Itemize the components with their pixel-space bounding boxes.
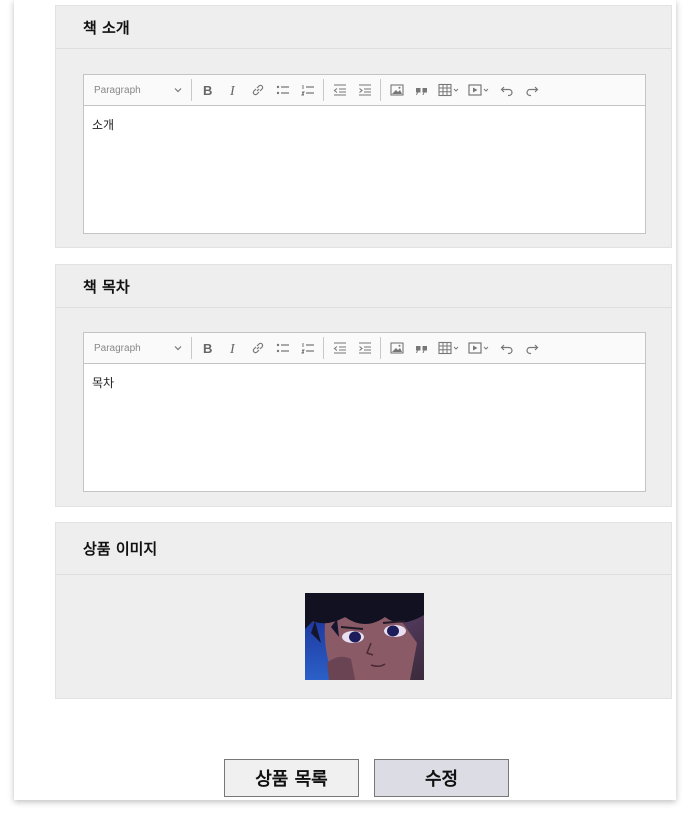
numbered-list-button[interactable] [295, 336, 320, 360]
media-icon [468, 342, 489, 354]
undo-icon [500, 86, 513, 97]
paragraph-format-label: Paragraph [94, 342, 141, 354]
chevron-down-icon [174, 88, 182, 93]
book-toc-editor: Paragraph B I 목차 [83, 332, 646, 492]
bold-icon: B [203, 83, 212, 97]
blockquote-icon [415, 88, 427, 95]
toolbar-separator [191, 337, 192, 359]
svg-text:B: B [203, 341, 212, 355]
bold-button[interactable]: B [195, 336, 220, 360]
redo-button[interactable] [519, 78, 544, 102]
bold-icon: B [203, 341, 212, 355]
numbered-list-icon [300, 343, 314, 354]
insert-table-button[interactable] [434, 78, 464, 102]
book-toc-section: 책 목차 Paragraph B I 목차 [55, 264, 672, 507]
numbered-list-button[interactable] [295, 78, 320, 102]
bulleted-list-icon [276, 343, 289, 353]
product-list-button[interactable]: 상품 목록 [224, 759, 359, 797]
paragraph-format-dropdown[interactable]: Paragraph [88, 78, 188, 102]
toolbar-separator [380, 79, 381, 101]
outdent-button[interactable] [327, 78, 352, 102]
blockquote-button[interactable] [409, 78, 434, 102]
bulleted-list-button[interactable] [270, 78, 295, 102]
indent-icon [358, 84, 371, 96]
section-title: 상품 이미지 [56, 523, 671, 575]
svg-text:B: B [203, 83, 212, 97]
bulleted-list-icon [276, 85, 289, 95]
bulleted-list-button[interactable] [270, 336, 295, 360]
editor-toolbar: Paragraph B I [84, 333, 645, 364]
media-icon [468, 84, 489, 96]
redo-button[interactable] [519, 336, 544, 360]
svg-text:I: I [229, 342, 236, 355]
insert-media-button[interactable] [464, 78, 494, 102]
indent-icon [358, 342, 371, 354]
image-icon [389, 84, 404, 96]
link-button[interactable] [245, 78, 270, 102]
product-edit-page: 책 소개 Paragraph B I 소개 책 목차 Paragraph B I… [14, 0, 676, 800]
link-icon [252, 84, 263, 96]
link-icon [252, 342, 263, 354]
insert-table-button[interactable] [434, 336, 464, 360]
outdent-icon [333, 342, 346, 354]
undo-button[interactable] [494, 78, 519, 102]
indent-button[interactable] [352, 78, 377, 102]
book-intro-editor: Paragraph B I 소개 [83, 74, 646, 234]
undo-icon [500, 344, 513, 355]
image-icon [389, 342, 404, 354]
outdent-icon [333, 84, 346, 96]
italic-button[interactable]: I [220, 78, 245, 102]
product-image-section: 상품 이미지 [55, 522, 672, 699]
book-intro-content[interactable]: 소개 [84, 106, 645, 143]
book-toc-content[interactable]: 목차 [84, 364, 645, 401]
toolbar-separator [323, 79, 324, 101]
paragraph-format-dropdown[interactable]: Paragraph [88, 336, 188, 360]
undo-button[interactable] [494, 336, 519, 360]
chevron-down-icon [174, 346, 182, 351]
insert-image-button[interactable] [384, 78, 409, 102]
insert-image-button[interactable] [384, 336, 409, 360]
section-title: 책 목차 [56, 265, 671, 308]
product-image [305, 593, 424, 680]
editor-toolbar: Paragraph B I [84, 75, 645, 106]
italic-icon: I [229, 84, 236, 97]
italic-button[interactable]: I [220, 336, 245, 360]
bold-button[interactable]: B [195, 78, 220, 102]
numbered-list-icon [300, 85, 314, 96]
redo-icon [525, 86, 538, 97]
blockquote-icon [415, 346, 427, 353]
svg-text:I: I [229, 84, 236, 97]
toolbar-separator [380, 337, 381, 359]
paragraph-format-label: Paragraph [94, 84, 141, 96]
insert-media-button[interactable] [464, 336, 494, 360]
toolbar-separator [323, 337, 324, 359]
section-title: 책 소개 [56, 6, 671, 49]
redo-icon [525, 344, 538, 355]
table-icon [438, 341, 459, 355]
table-icon [438, 83, 459, 97]
book-intro-section: 책 소개 Paragraph B I 소개 [55, 5, 672, 248]
toolbar-separator [191, 79, 192, 101]
italic-icon: I [229, 342, 236, 355]
blockquote-button[interactable] [409, 336, 434, 360]
indent-button[interactable] [352, 336, 377, 360]
link-button[interactable] [245, 336, 270, 360]
edit-button[interactable]: 수정 [374, 759, 509, 797]
outdent-button[interactable] [327, 336, 352, 360]
